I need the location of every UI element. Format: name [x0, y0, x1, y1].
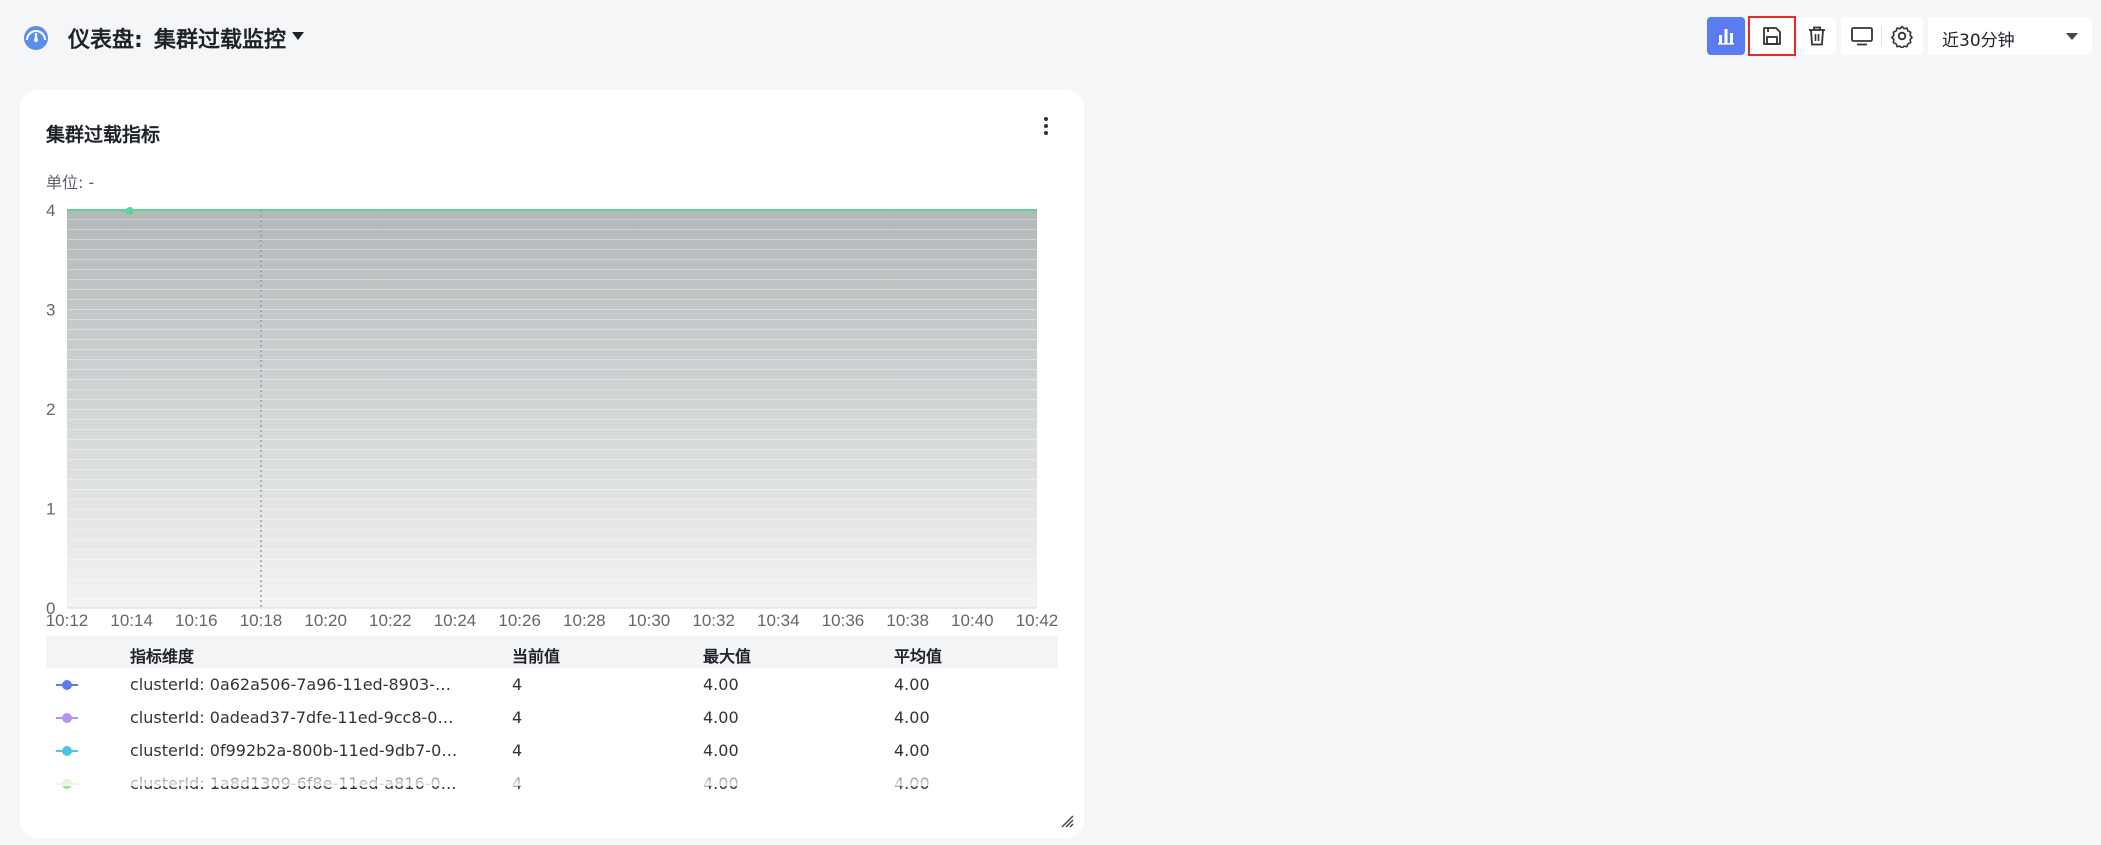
- gear-icon: [1891, 25, 1913, 48]
- x-tick-label: 10:22: [369, 611, 412, 630]
- chevron-down-icon[interactable]: [292, 32, 304, 40]
- x-tick-label: 10:24: [434, 611, 477, 630]
- time-range-select[interactable]: 近30分钟: [1928, 17, 2092, 55]
- header-dimension[interactable]: 指标维度: [130, 643, 460, 667]
- x-tick-label: 10:38: [886, 611, 929, 630]
- area-chart[interactable]: 01234 10:12 10:14 10:16 10:18 10:20 10:22 10:2…: [20, 90, 1084, 630]
- y-tick-label: 3: [46, 301, 55, 320]
- series-marker-icon: [56, 713, 78, 723]
- legend-dimension: clusterId: 0f992b2a-800b-11ed-9db7-0255…: [130, 741, 460, 760]
- legend-dimension: clusterId: 0adead37-7dfe-11ed-9cc8-0255…: [130, 708, 460, 727]
- x-tick-label: 10:42: [1016, 611, 1059, 630]
- legend-avg: 4.00: [894, 675, 930, 694]
- settings-button[interactable]: [1883, 17, 1921, 55]
- trash-icon: [1809, 26, 1825, 46]
- x-tick-label: 10:16: [175, 611, 218, 630]
- toolbar-divider: [1881, 26, 1882, 46]
- time-range-value: 近30分钟: [1942, 31, 2015, 51]
- legend-avg: 4.00: [894, 741, 930, 760]
- legend-current: 4: [512, 708, 523, 727]
- bar-chart-icon: [1718, 29, 1734, 45]
- x-tick-label: 10:32: [692, 611, 735, 630]
- monitor-icon: [1851, 27, 1873, 46]
- save-icon: [1763, 27, 1781, 45]
- legend-max: 4.00: [703, 675, 739, 694]
- fullscreen-button[interactable]: [1843, 17, 1881, 55]
- y-tick-label: 1: [46, 500, 55, 519]
- x-tick-label: 10:40: [951, 611, 994, 630]
- legend-max: 4.00: [703, 741, 739, 760]
- legend-row[interactable]: clusterId: 0a62a506-7a96-11ed-8903-025… 4…: [46, 668, 1058, 701]
- y-tick-label: 2: [46, 400, 55, 419]
- x-tick-label: 10:34: [757, 611, 800, 630]
- chevron-down-icon: [2066, 33, 2078, 40]
- dashboard-header: 仪表盘: 集群过载监控 近30分钟: [0, 0, 2101, 72]
- x-tick-label: 10:12: [46, 611, 89, 630]
- chart-view-button[interactable]: [1707, 17, 1745, 55]
- delete-button[interactable]: [1798, 17, 1836, 55]
- header-current[interactable]: 当前值: [512, 643, 560, 667]
- legend-header-row: 指标维度 当前值 最大值 平均值: [46, 636, 1058, 668]
- series-point[interactable]: [125, 207, 134, 215]
- scroll-fade: [46, 766, 1058, 786]
- x-tick-label: 10:14: [110, 611, 153, 630]
- header-avg[interactable]: 平均值: [894, 643, 942, 667]
- legend-row[interactable]: clusterId: 0f992b2a-800b-11ed-9db7-0255……: [46, 734, 1058, 767]
- dashboard-gauge-icon: [24, 26, 48, 50]
- metric-panel-card: 集群过载指标 单位: - 01234 10:12 10:14 10:16 10:18 1…: [20, 90, 1084, 838]
- x-tick-label: 10:18: [240, 611, 283, 630]
- legend-current: 4: [512, 675, 523, 694]
- legend-avg: 4.00: [894, 708, 930, 727]
- legend-row[interactable]: clusterId: 0adead37-7dfe-11ed-9cc8-0255……: [46, 701, 1058, 734]
- legend-dimension: clusterId: 0a62a506-7a96-11ed-8903-025…: [130, 675, 460, 694]
- x-tick-label: 10:30: [628, 611, 671, 630]
- x-tick-label: 10:20: [304, 611, 347, 630]
- series-marker-icon: [56, 746, 78, 756]
- series-marker-icon: [56, 680, 78, 690]
- legend-max: 4.00: [703, 708, 739, 727]
- y-tick-label: 4: [46, 201, 55, 220]
- dashboard-name[interactable]: 集群过载监控: [154, 22, 286, 54]
- legend-table: 指标维度 当前值 最大值 平均值 clusterId: 0a62a506-7a9…: [46, 636, 1058, 800]
- x-tick-label: 10:28: [563, 611, 606, 630]
- x-tick-label: 10:26: [498, 611, 541, 630]
- resize-handle-icon[interactable]: [1060, 814, 1074, 828]
- save-button[interactable]: [1748, 16, 1796, 56]
- legend-current: 4: [512, 741, 523, 760]
- page-title-prefix: 仪表盘:: [68, 28, 143, 53]
- x-tick-label: 10:36: [822, 611, 865, 630]
- series-area-bands: [67, 210, 1037, 608]
- header-max[interactable]: 最大值: [703, 643, 751, 667]
